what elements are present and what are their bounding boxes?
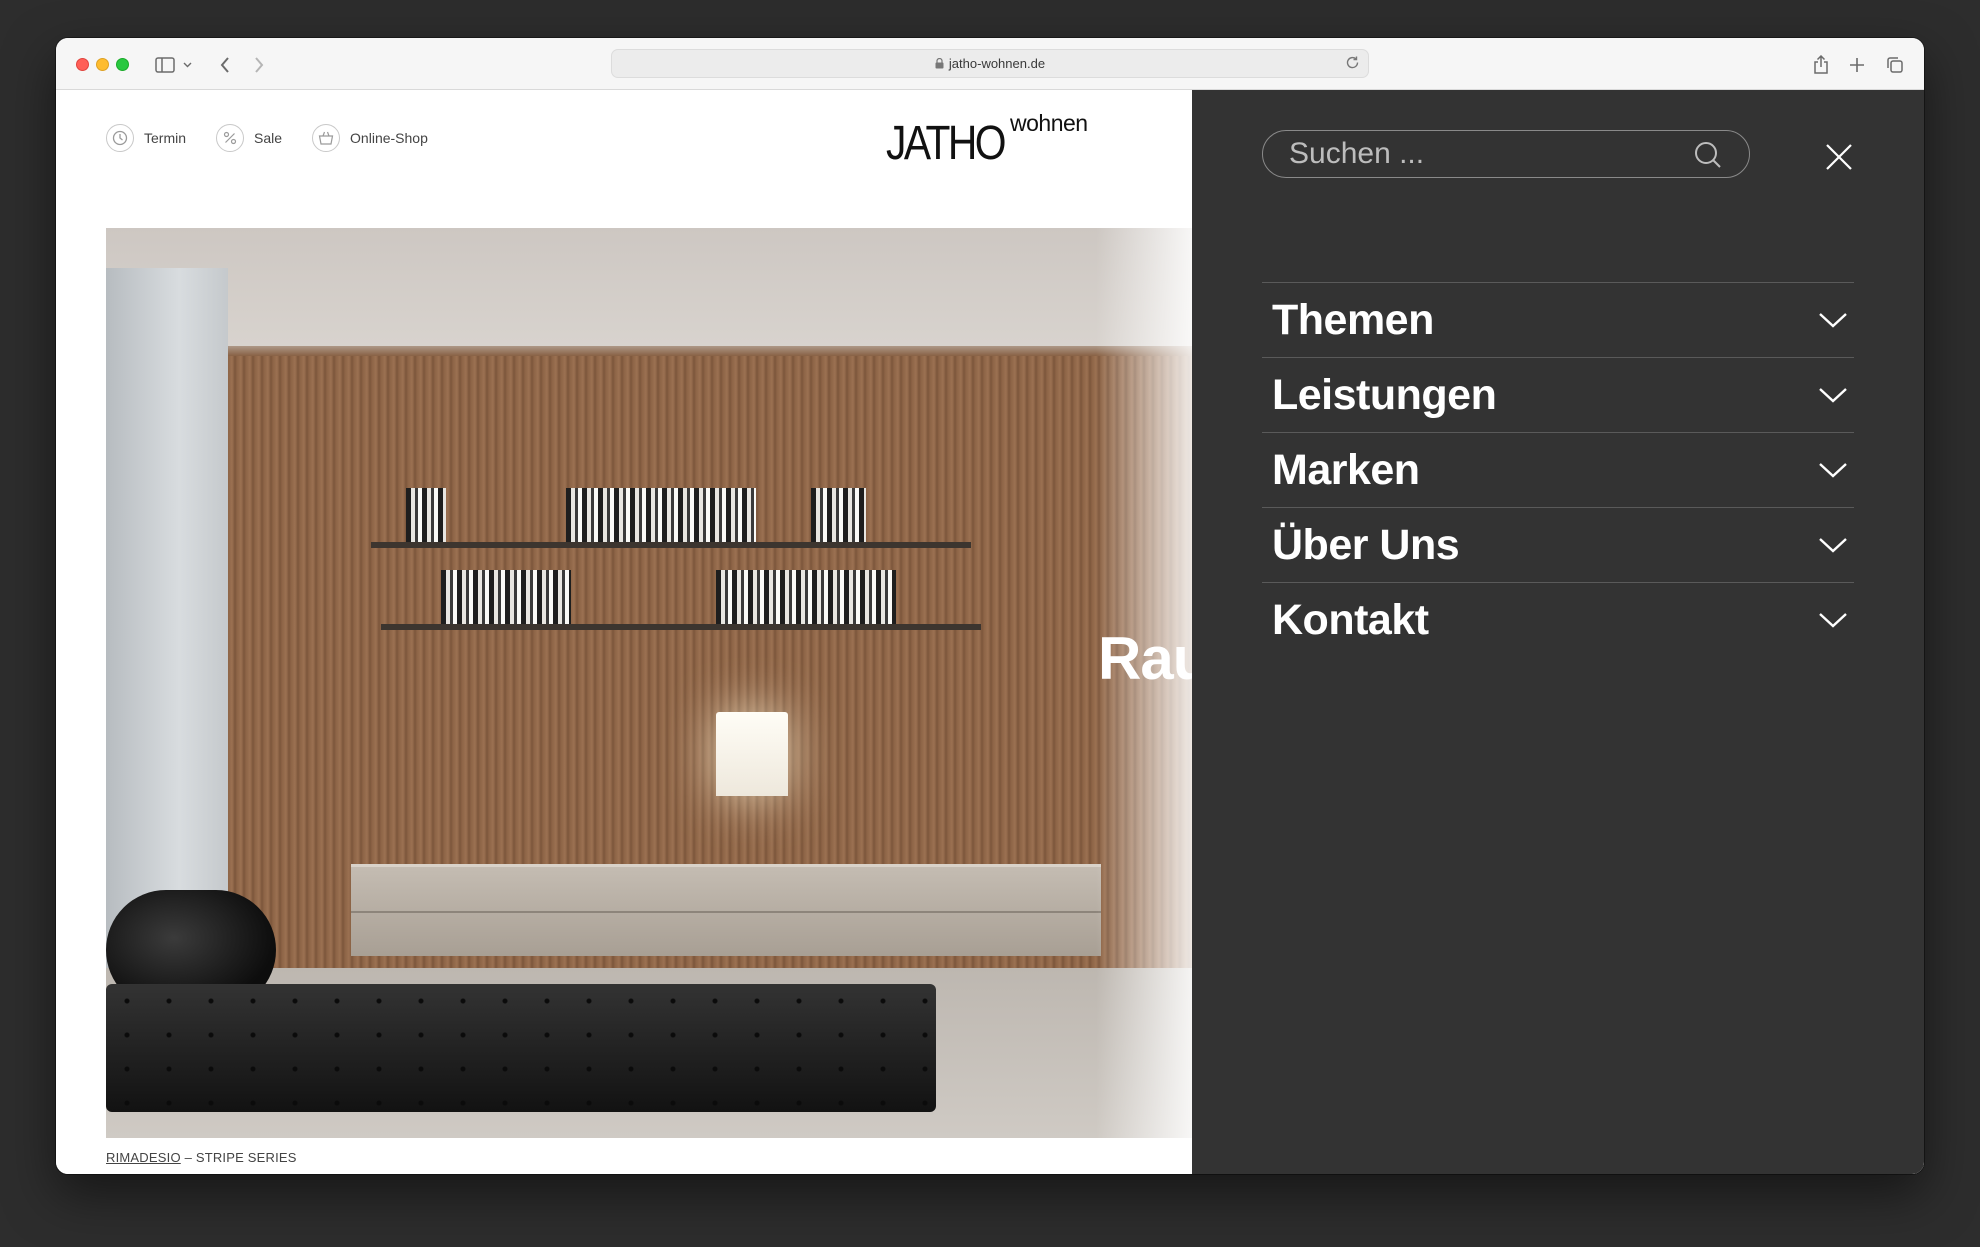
menu-item-kontakt[interactable]: Kontakt — [1262, 582, 1854, 657]
hero-caption: RIMADESIO – STRIPE SERIES — [106, 1150, 297, 1165]
hero-lamp — [716, 712, 788, 796]
menu-item-ueber-uns[interactable]: Über Uns — [1262, 507, 1854, 582]
hero-books — [406, 488, 446, 542]
caption-series: – STRIPE SERIES — [180, 1150, 297, 1165]
back-icon[interactable] — [212, 52, 238, 78]
hero-books — [566, 488, 756, 542]
hero-shelf — [371, 542, 971, 548]
search-icon[interactable] — [1693, 140, 1723, 170]
top-utility-nav: Termin Sale Online-Shop — [106, 124, 428, 152]
chevron-down-icon[interactable] — [1818, 461, 1848, 479]
browser-window: jatho-wohnen.de Termin Sale Online-Shop … — [56, 38, 1924, 1174]
chevron-down-icon[interactable] — [1818, 386, 1848, 404]
percent-icon — [216, 124, 245, 152]
caption-brand-link[interactable]: RIMADESIO — [106, 1150, 181, 1165]
menu-item-label: Kontakt — [1272, 595, 1429, 644]
menu-item-themen[interactable]: Themen — [1262, 282, 1854, 357]
nav-termin-label: Termin — [144, 130, 187, 146]
address-url: jatho-wohnen.de — [948, 56, 1046, 71]
menu-item-label: Themen — [1272, 295, 1434, 344]
close-icon[interactable] — [1824, 142, 1854, 172]
menu-item-marken[interactable]: Marken — [1262, 432, 1854, 507]
search-box — [1262, 130, 1750, 178]
share-icon[interactable] — [1808, 52, 1834, 78]
hero-books — [716, 570, 896, 624]
menu-item-leistungen[interactable]: Leistungen — [1262, 357, 1854, 432]
hero-books — [811, 488, 866, 542]
new-tab-icon[interactable] — [1844, 52, 1870, 78]
hero-shelf — [381, 624, 981, 630]
menu-item-label: Leistungen — [1272, 370, 1497, 419]
zoom-window-button[interactable] — [116, 58, 129, 71]
hero-books — [441, 570, 571, 624]
hero-image: Rau — [106, 228, 1192, 1138]
nav-sale-label: Sale — [254, 130, 283, 146]
nav-online-shop[interactable]: Online-Shop — [312, 124, 428, 152]
sidebar-toggle-icon[interactable] — [152, 52, 178, 78]
clock-icon — [106, 124, 134, 152]
chevron-down-icon[interactable] — [180, 52, 194, 78]
nav-online-shop-label: Online-Shop — [350, 130, 428, 146]
search-input[interactable] — [1263, 137, 1663, 171]
reload-icon[interactable] — [1345, 55, 1360, 70]
menu-item-label: Über Uns — [1272, 520, 1460, 569]
tab-overview-icon[interactable] — [1882, 52, 1908, 78]
nav-sale[interactable]: Sale — [216, 124, 282, 152]
chevron-down-icon[interactable] — [1818, 611, 1848, 629]
logo-main-text: JATHO — [886, 117, 1007, 170]
chevron-down-icon[interactable] — [1818, 536, 1848, 554]
logo-sub-text: wohnen — [1010, 110, 1088, 136]
hero-ceiling — [106, 228, 1192, 346]
menu-item-label: Marken — [1272, 445, 1420, 494]
browser-toolbar: jatho-wohnen.de — [56, 38, 1924, 90]
hero-daybed — [106, 984, 936, 1112]
hero-headline: Rau — [1098, 625, 1192, 692]
address-bar[interactable]: jatho-wohnen.de — [611, 49, 1369, 78]
nav-termin[interactable]: Termin — [106, 124, 186, 152]
close-window-button[interactable] — [76, 58, 89, 71]
minimize-window-button[interactable] — [96, 58, 109, 71]
hero-cabinet — [351, 864, 1101, 956]
lock-icon — [935, 58, 944, 69]
main-menu: Themen Leistungen Marken Über Uns Kontak… — [1262, 282, 1854, 657]
chevron-down-icon[interactable] — [1818, 311, 1848, 329]
menu-panel: Themen Leistungen Marken Über Uns Kontak… — [1192, 90, 1924, 1174]
forward-icon[interactable] — [246, 52, 272, 78]
basket-icon — [312, 124, 341, 152]
